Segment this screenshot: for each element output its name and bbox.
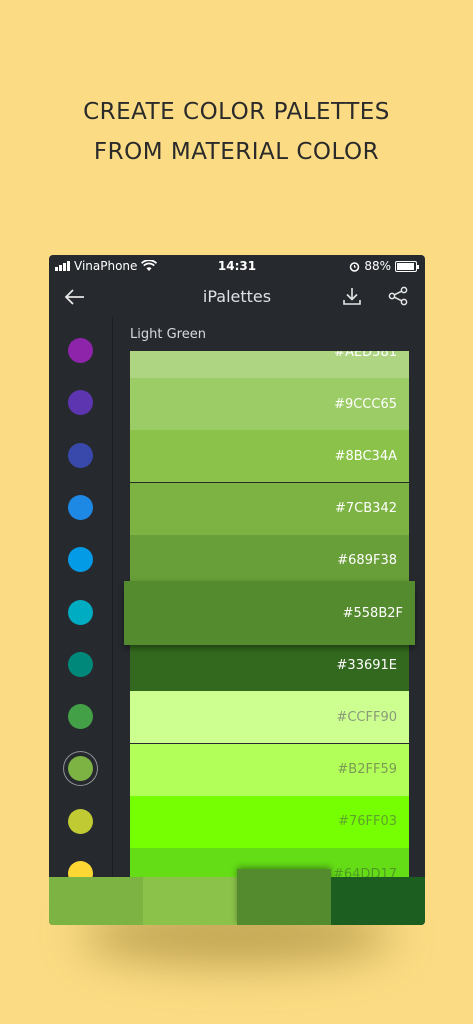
alarm-icon bbox=[350, 261, 360, 272]
swatch-hex-label: #64DD17 bbox=[333, 866, 397, 878]
color-swatch[interactable]: #33691E bbox=[130, 639, 409, 692]
color-swatch[interactable]: #76FF03 bbox=[130, 795, 409, 848]
battery-icon bbox=[395, 260, 419, 272]
headline: CREATE COLOR PALETTES FROM MATERIAL COLO… bbox=[0, 92, 473, 172]
color-swatch[interactable]: #AED581 bbox=[130, 351, 409, 378]
download-icon[interactable] bbox=[341, 285, 363, 307]
swatch-hex-label: #33691E bbox=[336, 657, 397, 673]
color-swatch[interactable]: #CCFF90 bbox=[130, 691, 409, 744]
swatch-hex-label: #9CCC65 bbox=[334, 396, 397, 412]
color-swatch[interactable]: #9CCC65 bbox=[130, 378, 409, 431]
swatch-hex-label: #76FF03 bbox=[338, 814, 397, 830]
battery-percent: 88% bbox=[364, 259, 391, 273]
share-icon[interactable] bbox=[387, 285, 409, 307]
status-bar: VinaPhone 14:31 88% bbox=[49, 255, 425, 277]
color-swatch[interactable]: #689F38 bbox=[130, 534, 409, 587]
swatch-hex-label: #8BC34A bbox=[334, 448, 397, 464]
bottom-swatch[interactable] bbox=[143, 877, 237, 925]
swatch-viewport: #AED581 #9CCC65 #8BC34A #7CB342 #689F38 #558B… bbox=[49, 351, 425, 877]
swatch-hex-label: #AED581 bbox=[334, 351, 397, 360]
headline-line-1: CREATE COLOR PALETTES bbox=[83, 99, 390, 125]
app-title: iPalettes bbox=[202, 287, 272, 306]
bottom-swatch[interactable] bbox=[331, 877, 425, 925]
color-swatch[interactable]: #8BC34A bbox=[130, 430, 409, 483]
bottom-swatch[interactable] bbox=[237, 869, 331, 925]
color-swatch[interactable]: #558B2F bbox=[124, 581, 415, 645]
swatch-hex-label: #B2FF59 bbox=[337, 762, 397, 778]
bottom-swatch[interactable] bbox=[49, 877, 143, 925]
color-swatch[interactable]: #B2FF59 bbox=[130, 743, 409, 796]
headline-line-2: FROM MATERIAL COLOR bbox=[93, 139, 380, 165]
swatch-hex-label: #689F38 bbox=[337, 553, 397, 569]
swatch-hex-label: #CCFF90 bbox=[336, 709, 397, 725]
swatch-hex-label: #7CB342 bbox=[335, 501, 397, 517]
phone-screen: VinaPhone 14:31 88% iPalettes Light Gree… bbox=[49, 255, 425, 925]
swatch-hex-label: #558B2F bbox=[342, 605, 403, 621]
app-bar: iPalettes bbox=[49, 277, 425, 317]
bottom-palette-bar bbox=[49, 869, 425, 925]
palette-name: Light Green bbox=[130, 327, 206, 342]
color-swatch[interactable]: #7CB342 bbox=[130, 482, 409, 535]
